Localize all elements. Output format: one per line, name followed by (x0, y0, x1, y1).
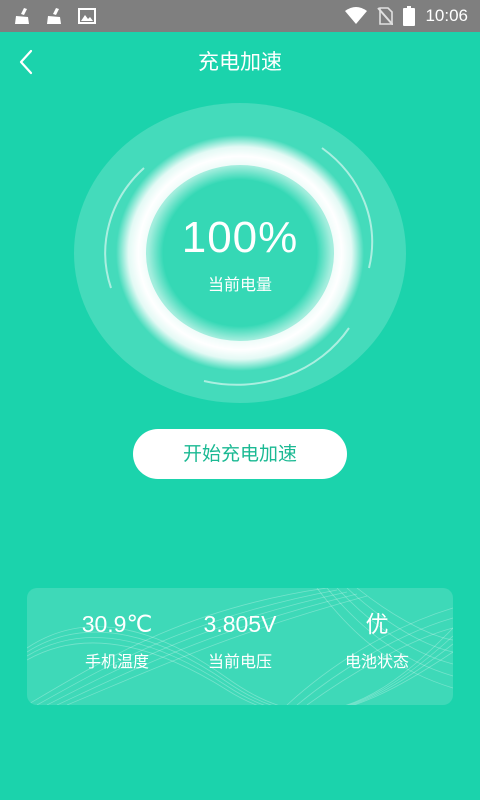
wifi-icon (345, 7, 368, 24)
status-bar: 10:06 (0, 0, 480, 32)
stat-value: 优 (365, 611, 389, 637)
stat-value: 30.9℃ (81, 611, 153, 637)
battery-gauge: 100% 当前电量 (74, 103, 406, 403)
stat-label: 电池状态 (344, 652, 409, 671)
image-icon (78, 8, 96, 24)
stats-panel: 30.9℃ 手机温度 3.805V 当前电压 优 电池状态 (27, 588, 453, 705)
stat-battery-status: 优 电池状态 (307, 608, 447, 672)
broom-icon (15, 8, 29, 24)
battery-percent-label: 当前电量 (207, 275, 272, 294)
page-title: 充电加速 (198, 50, 282, 74)
stat-phone-temperature: 30.9℃ 手机温度 (47, 608, 187, 672)
start-charge-boost-button[interactable]: 开始充电加速 (133, 429, 347, 479)
broom-icon (47, 8, 61, 24)
battery-percent: 100% (181, 213, 299, 262)
title-bar: 充电加速 (0, 32, 480, 92)
status-bar-notifications (14, 0, 96, 32)
stat-label: 手机温度 (84, 652, 149, 671)
stat-label: 当前电压 (207, 652, 272, 671)
status-bar-system: 10:06 (345, 0, 468, 32)
status-time: 10:06 (425, 6, 468, 25)
no-sim-icon (377, 7, 394, 25)
stat-current-voltage: 3.805V 当前电压 (170, 608, 310, 672)
battery-icon (403, 6, 416, 26)
stat-value: 3.805V (203, 611, 277, 637)
